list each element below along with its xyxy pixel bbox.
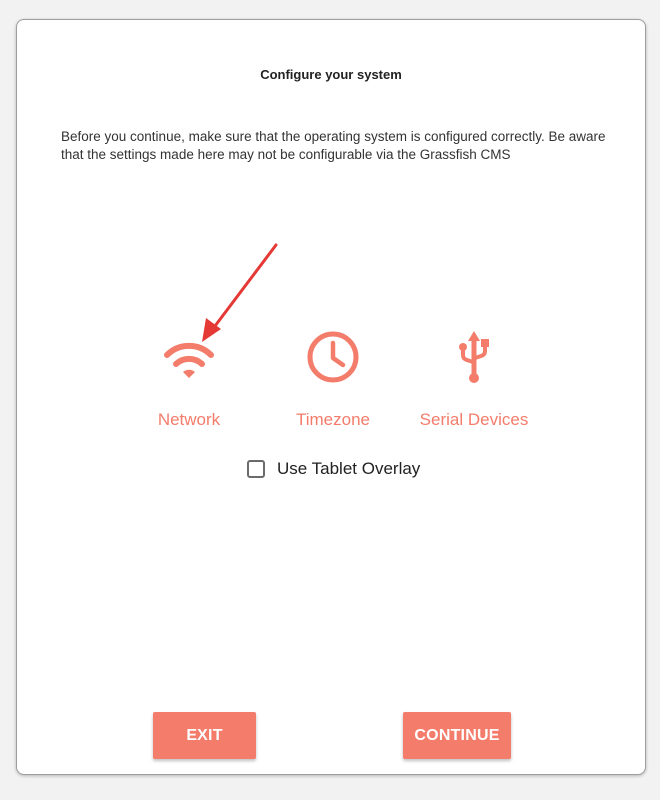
configure-dialog: Configure your system Before you continu…: [16, 19, 646, 775]
usb-icon: [459, 331, 489, 383]
serial-devices-option[interactable]: Serial Devices: [399, 325, 549, 430]
settings-options: Network Timezone Serial Devices: [17, 325, 645, 445]
tablet-overlay-label: Use Tablet Overlay: [277, 459, 421, 478]
clock-icon: [307, 331, 359, 383]
timezone-label: Timezone: [295, 410, 370, 429]
timezone-option[interactable]: Timezone: [258, 325, 408, 430]
exit-button[interactable]: EXIT: [153, 712, 256, 759]
tablet-overlay-checkbox[interactable]: [247, 460, 265, 478]
network-option[interactable]: Network: [114, 325, 264, 430]
network-label: Network: [157, 410, 221, 429]
wifi-icon: [164, 342, 214, 378]
serial-devices-label: Serial Devices: [419, 410, 529, 429]
dialog-title: Configure your system: [260, 67, 402, 82]
tablet-overlay-option[interactable]: Use Tablet Overlay: [247, 457, 420, 481]
continue-button[interactable]: CONTINUE: [403, 712, 511, 759]
dialog-description: Before you continue, make sure that the …: [61, 129, 606, 162]
